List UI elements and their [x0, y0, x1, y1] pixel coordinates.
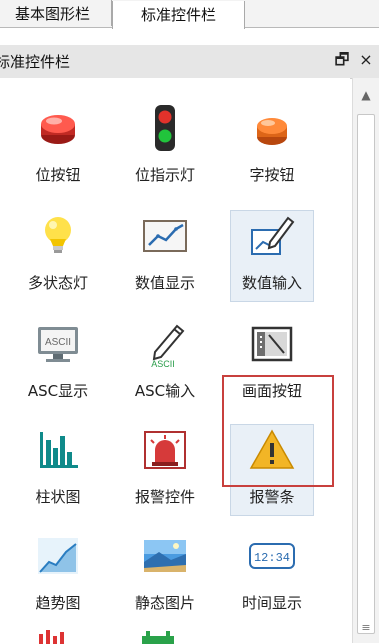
item-alarm-control[interactable]: 报警控件 — [115, 418, 215, 518]
ascii-monitor-icon: ASCII — [38, 327, 78, 362]
tab-basic-shapes[interactable]: 基本图形栏 — [0, 0, 112, 26]
item-label: 报警条 — [249, 488, 295, 506]
panel-title: 标准控件栏 — [0, 53, 71, 71]
tab-bar: 基本图形栏 标准控件栏 — [0, 0, 379, 29]
item-asc-display[interactable]: ASCII ASC显示 — [8, 312, 108, 412]
alarm-light-icon — [144, 431, 186, 469]
panel-header: 标准控件栏 🗗 × — [0, 45, 379, 79]
item-label: ASC输入 — [134, 382, 196, 400]
item-word-button[interactable]: 字按钮 — [222, 96, 322, 196]
landscape-image-icon — [144, 540, 186, 572]
pencil-ascii-icon: ASCII — [151, 324, 185, 368]
item-label: 数值显示 — [134, 274, 195, 292]
line-chart-display-icon — [143, 220, 187, 252]
scroll-thumb[interactable] — [357, 114, 375, 634]
pin-icon[interactable]: 🗗 — [332, 49, 352, 71]
control-grid: 位按钮 位指示灯 字按钮 多状态灯 数值显示 数值输入 ASCII ASC显示 … — [0, 78, 350, 644]
item-label: 趋势图 — [35, 594, 81, 612]
partial-green-icon — [142, 631, 174, 644]
item-label: 报警控件 — [134, 488, 195, 506]
item-label: 字按钮 — [249, 166, 295, 184]
digital-clock-icon: 12:34 — [249, 543, 295, 569]
ascii-text: ASCII — [151, 359, 175, 368]
traffic-light-icon — [155, 105, 175, 151]
orange-button-icon — [257, 118, 287, 145]
item-bit-indicator[interactable]: 位指示灯 — [115, 96, 215, 196]
item-time-display[interactable]: 12:34 时间显示 — [222, 524, 322, 624]
light-bulb-icon — [45, 217, 71, 253]
item-label: 位指示灯 — [134, 166, 195, 184]
item-label: 静态图片 — [134, 594, 195, 612]
ascii-text: ASCII — [45, 337, 71, 348]
item-label: 柱状图 — [35, 488, 81, 506]
tab-standard-controls[interactable]: 标准控件栏 — [112, 1, 245, 29]
item-numeric-input[interactable]: 数值输入 — [222, 204, 322, 304]
item-asc-input[interactable]: ASCII ASC输入 — [115, 312, 215, 412]
item-bar-chart[interactable]: 柱状图 — [8, 418, 108, 518]
red-button-icon — [41, 115, 75, 144]
close-icon[interactable]: × — [356, 49, 376, 71]
item-label: 多状态灯 — [27, 274, 88, 292]
pen-chart-input-icon — [251, 216, 295, 255]
item-label: ASC显示 — [27, 382, 89, 400]
item-label: 位按钮 — [35, 166, 81, 184]
screen-button-icon — [251, 326, 293, 362]
item-trend-chart[interactable]: 趋势图 — [8, 524, 108, 624]
vertical-scrollbar[interactable]: ▲ ≡ — [352, 78, 379, 643]
scroll-up-icon[interactable]: ▲ — [357, 86, 375, 104]
trend-chart-icon — [38, 538, 78, 574]
scroll-grip-icon: ≡ — [361, 621, 371, 634]
warning-triangle-icon — [249, 429, 295, 469]
item-bit-button[interactable]: 位按钮 — [8, 96, 108, 196]
partial-red-chart-icon — [39, 630, 64, 644]
item-static-image[interactable]: 静态图片 — [115, 524, 215, 624]
item-numeric-display[interactable]: 数值显示 — [115, 204, 215, 304]
bar-chart-icon — [40, 432, 78, 468]
item-multi-state-lamp[interactable]: 多状态灯 — [8, 204, 108, 304]
clock-text: 12:34 — [254, 551, 290, 565]
item-label: 数值输入 — [241, 274, 302, 292]
item-label: 时间显示 — [241, 594, 302, 612]
